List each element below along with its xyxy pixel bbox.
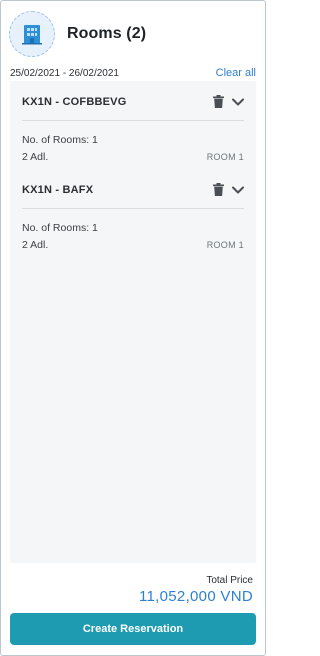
date-row: 25/02/2021 - 26/02/2021 Clear all [10,66,256,80]
chevron-down-icon[interactable] [232,186,244,194]
date-range: 25/02/2021 - 26/02/2021 [10,67,119,79]
room-card: KX1N - COFBBEVG No. of Rooms: 1 2 Adl. R… [22,83,244,165]
hotel-building-icon [9,11,55,57]
room-card-header[interactable]: KX1N - BAFX [22,171,244,209]
room-count: No. of Rooms: 1 [22,133,98,146]
panel-title: Rooms (2) [67,25,147,42]
room-count-line: No. of Rooms: 1 [22,131,244,148]
clear-all-link[interactable]: Clear all [216,67,256,79]
room-card-body: No. of Rooms: 1 2 Adl. ROOM 1 [22,209,244,253]
room-list: KX1N - COFBBEVG No. of Rooms: 1 2 Adl. R… [10,81,256,563]
guest-count: 2 Adl. [22,238,49,251]
room-count-line: No. of Rooms: 1 [22,219,244,236]
room-tag: ROOM 1 [206,151,244,162]
room-card-header[interactable]: KX1N - COFBBEVG [22,83,244,121]
room-actions [213,183,244,196]
rooms-panel: Rooms (2) 25/02/2021 - 26/02/2021 Clear … [0,0,266,656]
room-card-body: No. of Rooms: 1 2 Adl. ROOM 1 [22,121,244,165]
room-tag: ROOM 1 [206,239,244,250]
chevron-down-icon[interactable] [232,98,244,106]
total-price-label: Total Price [206,575,253,586]
guest-line: 2 Adl. ROOM 1 [22,148,244,165]
room-name: KX1N - BAFX [22,183,94,196]
trash-icon[interactable] [213,95,224,108]
room-count: No. of Rooms: 1 [22,221,98,234]
room-name: KX1N - COFBBEVG [22,95,127,108]
room-card: KX1N - BAFX No. of Rooms: 1 2 Adl. ROOM … [22,171,244,253]
room-actions [213,95,244,108]
guest-line: 2 Adl. ROOM 1 [22,236,244,253]
total-price-value: 11,052,000 VND [139,588,253,605]
guest-count: 2 Adl. [22,150,49,163]
panel-header: Rooms (2) [9,10,257,58]
create-reservation-button[interactable]: Create Reservation [10,613,256,645]
trash-icon[interactable] [213,183,224,196]
